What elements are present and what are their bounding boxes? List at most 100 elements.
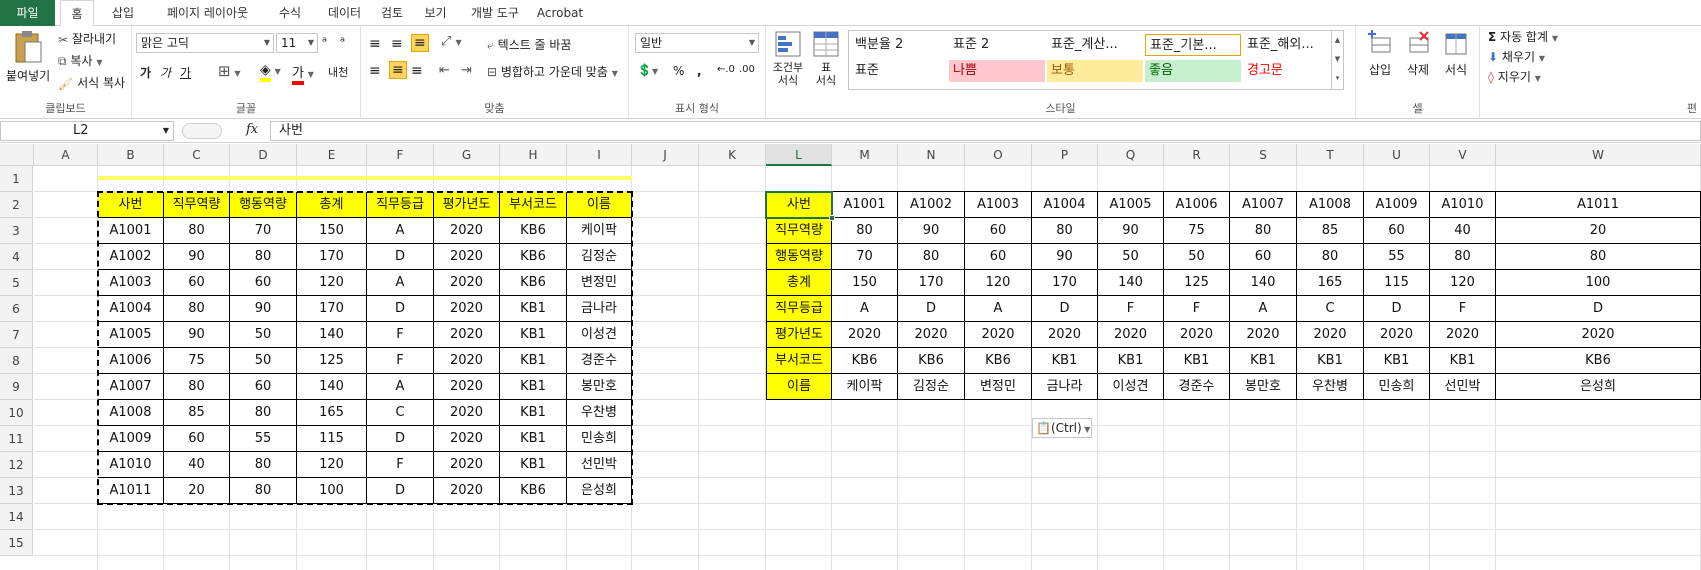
table2-data-cell[interactable]: A <box>1230 296 1297 322</box>
table1-data-cell[interactable]: KB1 <box>500 400 567 426</box>
table1-header-cell[interactable]: 직무역량 <box>164 192 230 218</box>
paste-button[interactable]: 붙여넣기 <box>6 30 50 84</box>
table2-data-cell[interactable]: KB6 <box>1496 348 1701 374</box>
table1-data-cell[interactable]: 75 <box>164 348 230 374</box>
align-middle-button[interactable]: ≡ <box>391 36 403 52</box>
strike-button[interactable]: 내천 <box>328 64 348 80</box>
row-header-15[interactable]: 15 <box>0 530 33 556</box>
style-warning[interactable]: 경고문 <box>1243 60 1333 82</box>
table2-data-cell[interactable]: 2020 <box>1364 322 1430 348</box>
table1-data-cell[interactable]: 80 <box>230 478 297 504</box>
table2-data-cell[interactable]: 이성견 <box>1098 374 1164 400</box>
fx-icon[interactable]: fx <box>246 122 258 137</box>
row-header-13[interactable]: 13 <box>0 478 33 504</box>
table2-data-cell[interactable]: KB1 <box>1297 348 1364 374</box>
table1-data-cell[interactable]: 2020 <box>434 374 500 400</box>
column-header-t[interactable]: T <box>1297 144 1364 166</box>
table2-data-cell[interactable]: 100 <box>1496 270 1701 296</box>
table1-data-cell[interactable]: KB1 <box>500 426 567 452</box>
table1-data-cell[interactable]: A1007 <box>98 374 164 400</box>
fill-button[interactable]: ⬇ 채우기 ▼ <box>1488 48 1545 65</box>
column-header-v[interactable]: V <box>1430 144 1496 166</box>
table1-data-cell[interactable]: KB1 <box>500 452 567 478</box>
row-header-6[interactable]: 6 <box>0 296 33 322</box>
table1-header-cell[interactable]: 평가년도 <box>434 192 500 218</box>
column-header-b[interactable]: B <box>98 144 164 166</box>
table2-data-cell[interactable]: 2020 <box>898 322 965 348</box>
fill-color-button[interactable]: ◈ ▼ <box>260 62 281 82</box>
table1-data-cell[interactable]: 2020 <box>434 400 500 426</box>
table2-data-cell[interactable]: D <box>1032 296 1098 322</box>
align-left-button[interactable]: ≡ <box>369 63 381 79</box>
style-good[interactable]: 좋음 <box>1145 60 1241 82</box>
table2-data-cell[interactable]: A1002 <box>898 192 965 218</box>
table1-data-cell[interactable]: 50 <box>230 348 297 374</box>
align-right-button[interactable]: ≡ <box>411 63 423 79</box>
table2-data-cell[interactable]: KB1 <box>1098 348 1164 374</box>
table1-data-cell[interactable]: A1001 <box>98 218 164 244</box>
table2-data-cell[interactable]: A1007 <box>1230 192 1297 218</box>
tab-page-layout[interactable]: 페이지 레이아웃 <box>151 0 264 26</box>
table2-data-cell[interactable]: 80 <box>1032 218 1098 244</box>
table1-data-cell[interactable]: 금나라 <box>567 296 632 322</box>
currency-button[interactable]: 💲▼ <box>637 63 658 77</box>
table2-data-cell[interactable]: 2020 <box>1430 322 1496 348</box>
font-grow-button[interactable]: ᵃ <box>322 35 327 50</box>
table2-data-cell[interactable]: 55 <box>1364 244 1430 270</box>
table1-data-cell[interactable]: 150 <box>297 218 367 244</box>
table1-header-cell[interactable]: 행동역량 <box>230 192 297 218</box>
table2-data-cell[interactable]: 120 <box>1430 270 1496 296</box>
tab-developer[interactable]: 개발 도구 <box>460 0 530 26</box>
table2-data-cell[interactable]: KB1 <box>1032 348 1098 374</box>
table1-data-cell[interactable]: A <box>367 374 434 400</box>
table1-data-cell[interactable]: A1006 <box>98 348 164 374</box>
table2-data-cell[interactable]: A1001 <box>832 192 898 218</box>
table1-data-cell[interactable]: 170 <box>297 296 367 322</box>
table1-data-cell[interactable]: 2020 <box>434 426 500 452</box>
table2-row-header-cell[interactable]: 행동역량 <box>766 244 832 270</box>
table1-data-cell[interactable]: 100 <box>297 478 367 504</box>
table1-data-cell[interactable]: 이성견 <box>567 322 632 348</box>
table1-data-cell[interactable]: 60 <box>230 270 297 296</box>
table2-data-cell[interactable]: 90 <box>1032 244 1098 270</box>
table1-data-cell[interactable]: 70 <box>230 218 297 244</box>
table2-data-cell[interactable]: D <box>1496 296 1701 322</box>
table1-data-cell[interactable]: 80 <box>164 218 230 244</box>
table1-data-cell[interactable]: 김정순 <box>567 244 632 270</box>
table2-data-cell[interactable]: 경준수 <box>1164 374 1230 400</box>
gallery-scroll[interactable]: ▲ ▼ ▾ <box>1331 31 1343 89</box>
table1-data-cell[interactable]: 50 <box>230 322 297 348</box>
table2-data-cell[interactable]: 80 <box>1496 244 1701 270</box>
table2-data-cell[interactable]: 125 <box>1164 270 1230 296</box>
table1-data-cell[interactable]: 80 <box>230 452 297 478</box>
column-header-e[interactable]: E <box>297 144 367 166</box>
table2-data-cell[interactable]: 115 <box>1364 270 1430 296</box>
table2-data-cell[interactable]: A1003 <box>965 192 1032 218</box>
column-header-n[interactable]: N <box>898 144 965 166</box>
table1-data-cell[interactable]: 80 <box>230 400 297 426</box>
column-header-h[interactable]: H <box>500 144 567 166</box>
table1-data-cell[interactable]: 민송희 <box>567 426 632 452</box>
table2-row-header-cell[interactable]: 직무역량 <box>766 218 832 244</box>
column-header-r[interactable]: R <box>1164 144 1230 166</box>
decrease-indent-button[interactable]: ⇤ <box>439 63 450 78</box>
table2-data-cell[interactable]: 2020 <box>1164 322 1230 348</box>
row-header-1[interactable]: 1 <box>0 166 33 192</box>
tab-formulas[interactable]: 수식 <box>264 0 316 26</box>
table2-data-cell[interactable]: A1004 <box>1032 192 1098 218</box>
table2-row-header-cell[interactable]: 총계 <box>766 270 832 296</box>
row-header-9[interactable]: 9 <box>0 374 33 400</box>
format-painter-button[interactable]: 🖌 서식 복사 <box>58 74 125 91</box>
table2-data-cell[interactable]: 60 <box>965 218 1032 244</box>
table1-data-cell[interactable]: 2020 <box>434 322 500 348</box>
row-header-4[interactable]: 4 <box>0 244 33 270</box>
table1-header-cell[interactable]: 직무등급 <box>367 192 434 218</box>
table1-data-cell[interactable]: KB6 <box>500 478 567 504</box>
comma-button[interactable]: , <box>697 64 702 78</box>
table1-data-cell[interactable]: 55 <box>230 426 297 452</box>
worksheet-grid[interactable]: A B C D E F G H I J K L M N O P Q R S T U V W 1 2 3 4 5 6 7 8 9 10 11 12 13… <box>0 144 1701 570</box>
table2-data-cell[interactable]: F <box>1430 296 1496 322</box>
format-as-table-button[interactable]: 표 서식 <box>808 30 844 87</box>
name-box[interactable]: L2 ▼ <box>0 121 174 141</box>
table2-data-cell[interactable]: 민송희 <box>1364 374 1430 400</box>
